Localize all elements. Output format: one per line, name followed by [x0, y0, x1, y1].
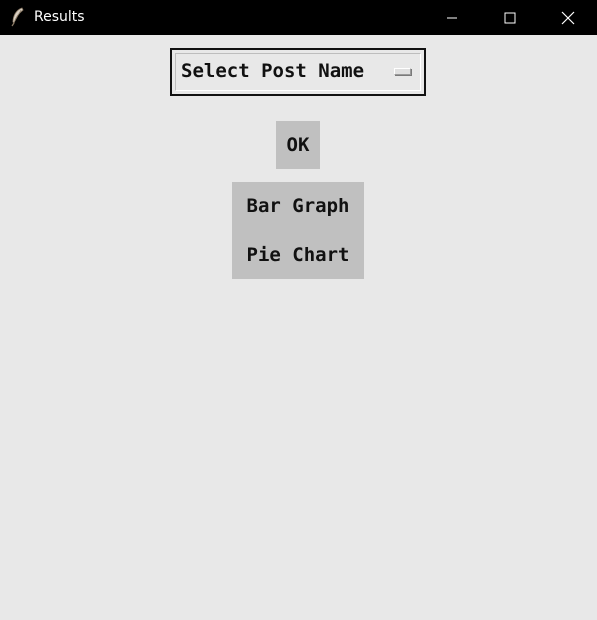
- pie-chart-button[interactable]: Pie Chart: [232, 231, 364, 279]
- close-icon: [561, 11, 575, 24]
- feather-icon: [10, 7, 26, 27]
- post-name-dropdown[interactable]: Select Post Name: [170, 48, 426, 96]
- minimize-icon: [447, 17, 457, 18]
- minimize-button[interactable]: [423, 0, 481, 35]
- ok-button[interactable]: OK: [276, 121, 320, 169]
- option-menu-indicator-icon: [394, 68, 411, 75]
- close-button[interactable]: [539, 0, 597, 35]
- maximize-icon: [504, 12, 516, 23]
- title-bar[interactable]: Results: [0, 0, 597, 35]
- chart-type-menu: Bar Graph Pie Chart: [232, 182, 364, 279]
- bar-graph-button[interactable]: Bar Graph: [232, 182, 364, 230]
- dropdown-selected-value: Select Post Name: [181, 60, 365, 82]
- maximize-button[interactable]: [481, 0, 539, 35]
- window-content: Select Post Name OK Bar Graph Pie Chart: [0, 35, 597, 620]
- window-title: Results: [34, 9, 85, 25]
